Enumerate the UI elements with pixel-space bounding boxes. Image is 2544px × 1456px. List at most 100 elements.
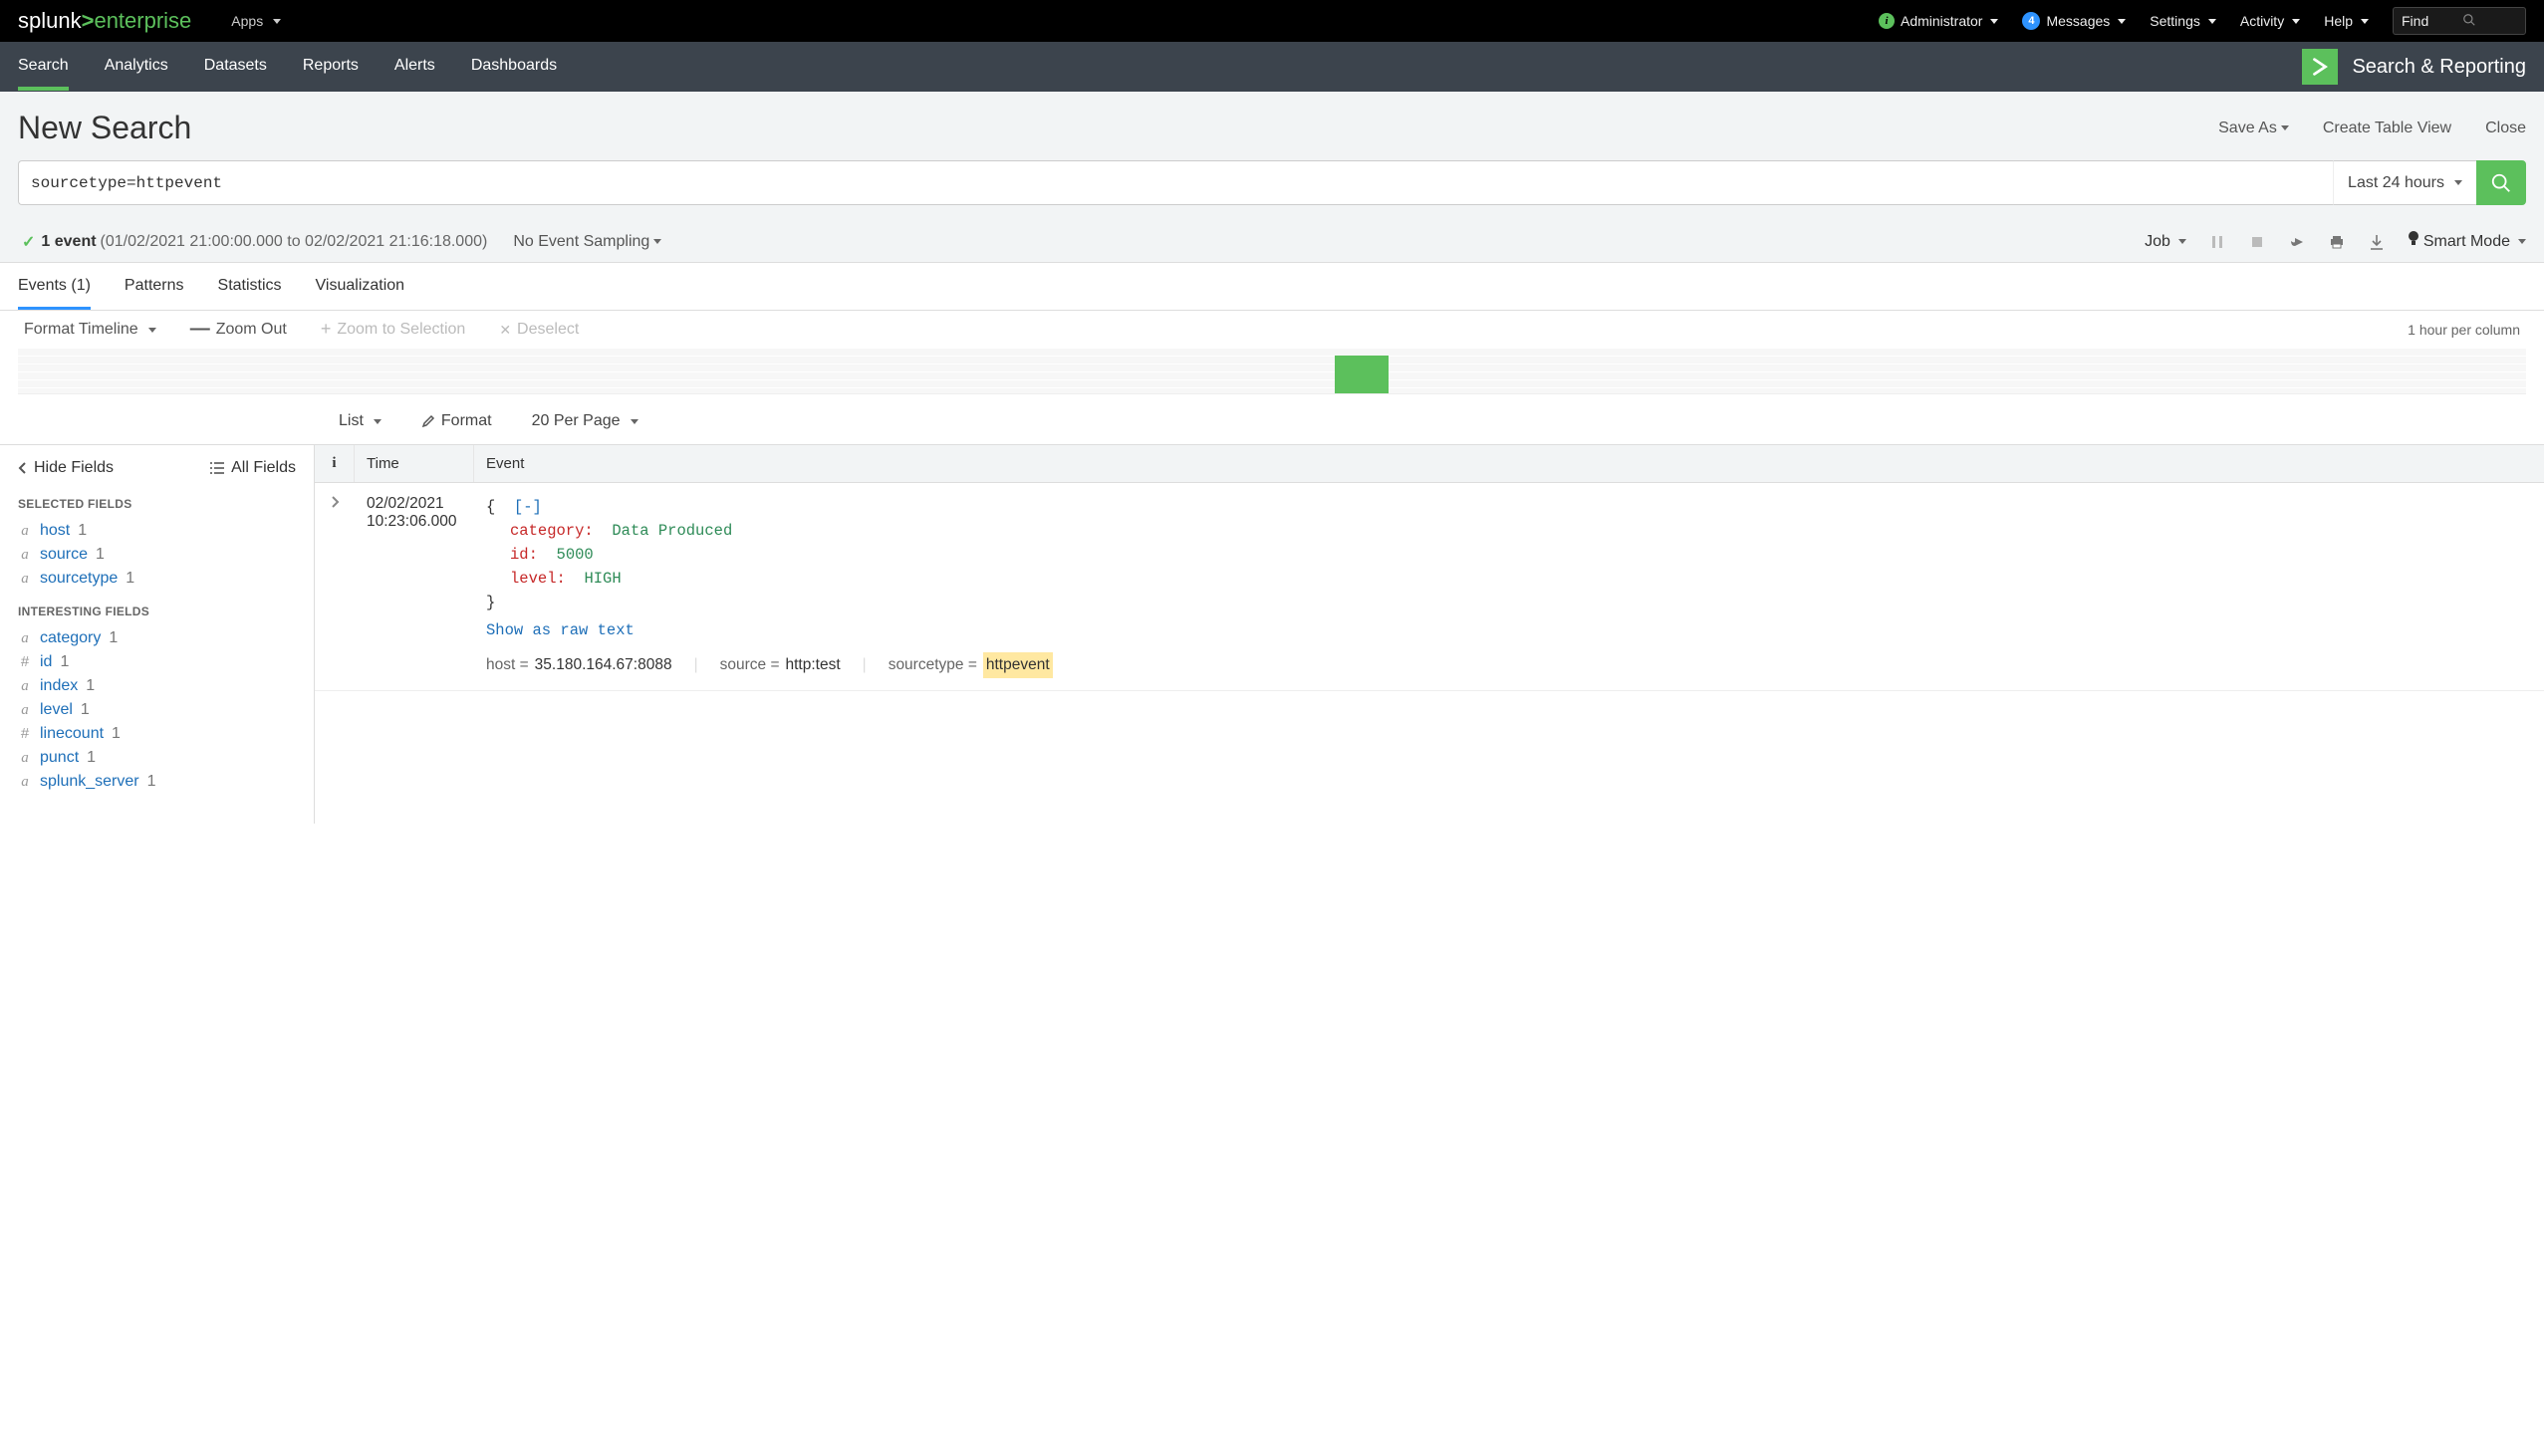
field-name[interactable]: host [40,522,70,540]
field-name[interactable]: punct [40,749,79,767]
tab-search[interactable]: Search [18,43,69,91]
field-splunk_server[interactable]: asplunk_server1 [18,770,296,794]
export-button[interactable] [2368,234,2386,250]
chevron-down-icon [1990,19,1998,24]
field-name[interactable]: level [40,701,73,719]
event-count: 1 event [41,233,96,251]
field-count: 1 [81,701,90,719]
result-tabs: Events (1) Patterns Statistics Visualiza… [0,263,2544,311]
field-level[interactable]: alevel1 [18,698,296,722]
tab-dashboards[interactable]: Dashboards [471,43,557,91]
appbar: Search Analytics Datasets Reports Alerts… [0,42,2544,92]
page-header: New Search Save As Create Table View Clo… [0,92,2544,160]
field-punct[interactable]: apunct 1 [18,746,296,770]
tab-events[interactable]: Events (1) [18,277,91,310]
logo[interactable]: splunk>enterprise [18,8,191,34]
field-category[interactable]: acategory1 [18,626,296,650]
format-timeline-menu[interactable]: Format Timeline [24,321,156,339]
field-name[interactable]: linecount [40,725,104,743]
search-input[interactable]: sourcetype=httpevent [18,160,2333,205]
search-button[interactable] [2476,160,2526,205]
find-input[interactable]: Find [2393,7,2526,35]
meta-host[interactable]: host = 35.180.164.67:8088 [486,652,672,678]
pause-button[interactable] [2208,235,2226,249]
activity-menu[interactable]: Activity [2240,13,2300,29]
timeline-bar[interactable] [1335,356,1389,393]
field-name[interactable]: category [40,629,101,647]
chevron-down-icon [2518,239,2526,244]
tab-analytics[interactable]: Analytics [105,43,168,91]
print-button[interactable] [2328,235,2346,249]
field-count: 1 [60,653,69,671]
lightbulb-icon [2408,231,2419,252]
field-sourcetype[interactable]: asourcetype1 [18,567,296,591]
messages-badge: 4 [2022,12,2040,30]
close-button[interactable]: Close [2485,120,2526,137]
field-type-icon: a [18,547,32,564]
administrator-menu[interactable]: i Administrator [1879,13,1998,29]
apps-menu[interactable]: Apps [231,13,281,29]
field-name[interactable]: index [40,677,78,695]
expand-event-button[interactable] [315,483,355,690]
stop-button[interactable] [2248,236,2266,248]
app-icon [2302,49,2338,85]
messages-menu[interactable]: 4 Messages [2022,12,2126,30]
time-range-picker[interactable]: Last 24 hours [2333,160,2476,205]
tab-datasets[interactable]: Datasets [204,43,267,91]
search-icon [2490,172,2512,194]
meta-source[interactable]: source = http:test [720,652,841,678]
list-controls: List Format 20 Per Page [0,394,2544,444]
create-table-view-button[interactable]: Create Table View [2323,120,2451,137]
show-raw-text-link[interactable]: Show as raw text [486,618,635,642]
field-count: 1 [96,546,105,564]
col-time[interactable]: Time [355,445,474,482]
chevron-down-icon [2281,125,2289,130]
list-view-menu[interactable]: List [339,412,382,430]
share-button[interactable] [2288,235,2306,249]
field-host[interactable]: ahost1 [18,519,296,543]
event-sampling-menu[interactable]: No Event Sampling [513,233,661,251]
zoom-out-button[interactable]: —Zoom Out [190,321,287,339]
field-name[interactable]: sourcetype [40,570,118,588]
collapse-json-button[interactable]: [-] [514,498,542,516]
field-id[interactable]: #id1 [18,650,296,674]
timeline-controls: Format Timeline —Zoom Out +Zoom to Selec… [0,311,2544,345]
search-row: sourcetype=httpevent Last 24 hours [0,160,2544,221]
field-count: 1 [86,677,95,695]
settings-menu[interactable]: Settings [2150,13,2216,29]
col-info[interactable]: i [315,445,355,482]
tab-alerts[interactable]: Alerts [394,43,435,91]
save-as-button[interactable]: Save As [2218,120,2289,137]
tab-visualization[interactable]: Visualization [316,277,405,310]
field-name[interactable]: splunk_server [40,773,139,791]
chevron-down-icon [273,19,281,24]
chevron-down-icon [2361,19,2369,24]
field-type-icon: a [18,750,32,767]
tab-patterns[interactable]: Patterns [125,277,184,310]
chevron-down-icon [2208,19,2216,24]
timeline-chart[interactable] [18,349,2526,394]
tab-statistics[interactable]: Statistics [218,277,282,310]
tab-reports[interactable]: Reports [303,43,359,91]
event-time: 02/02/2021 10:23:06.000 [355,483,474,690]
help-menu[interactable]: Help [2324,13,2369,29]
field-linecount[interactable]: #linecount1 [18,722,296,746]
field-source[interactable]: asource 1 [18,543,296,567]
chevron-down-icon [2118,19,2126,24]
selected-fields-label: SELECTED FIELDS [18,497,296,511]
field-count: 1 [78,522,87,540]
format-menu[interactable]: Format [421,412,492,430]
field-index[interactable]: aindex1 [18,674,296,698]
all-fields-button[interactable]: All Fields [209,459,296,477]
field-name[interactable]: source [40,546,88,564]
zoom-to-selection-button: +Zoom to Selection [321,321,465,339]
meta-sourcetype[interactable]: sourcetype = httpevent [889,652,1053,678]
job-menu[interactable]: Job [2145,233,2186,251]
hide-fields-button[interactable]: Hide Fields [18,459,114,477]
field-name[interactable]: id [40,653,52,671]
per-page-menu[interactable]: 20 Per Page [532,412,638,430]
field-count: 1 [87,749,96,767]
search-mode-menu[interactable]: Smart Mode [2408,231,2526,252]
app-title: Search & Reporting [2352,56,2526,79]
main-content: Hide Fields All Fields SELECTED FIELDS a… [0,444,2544,824]
